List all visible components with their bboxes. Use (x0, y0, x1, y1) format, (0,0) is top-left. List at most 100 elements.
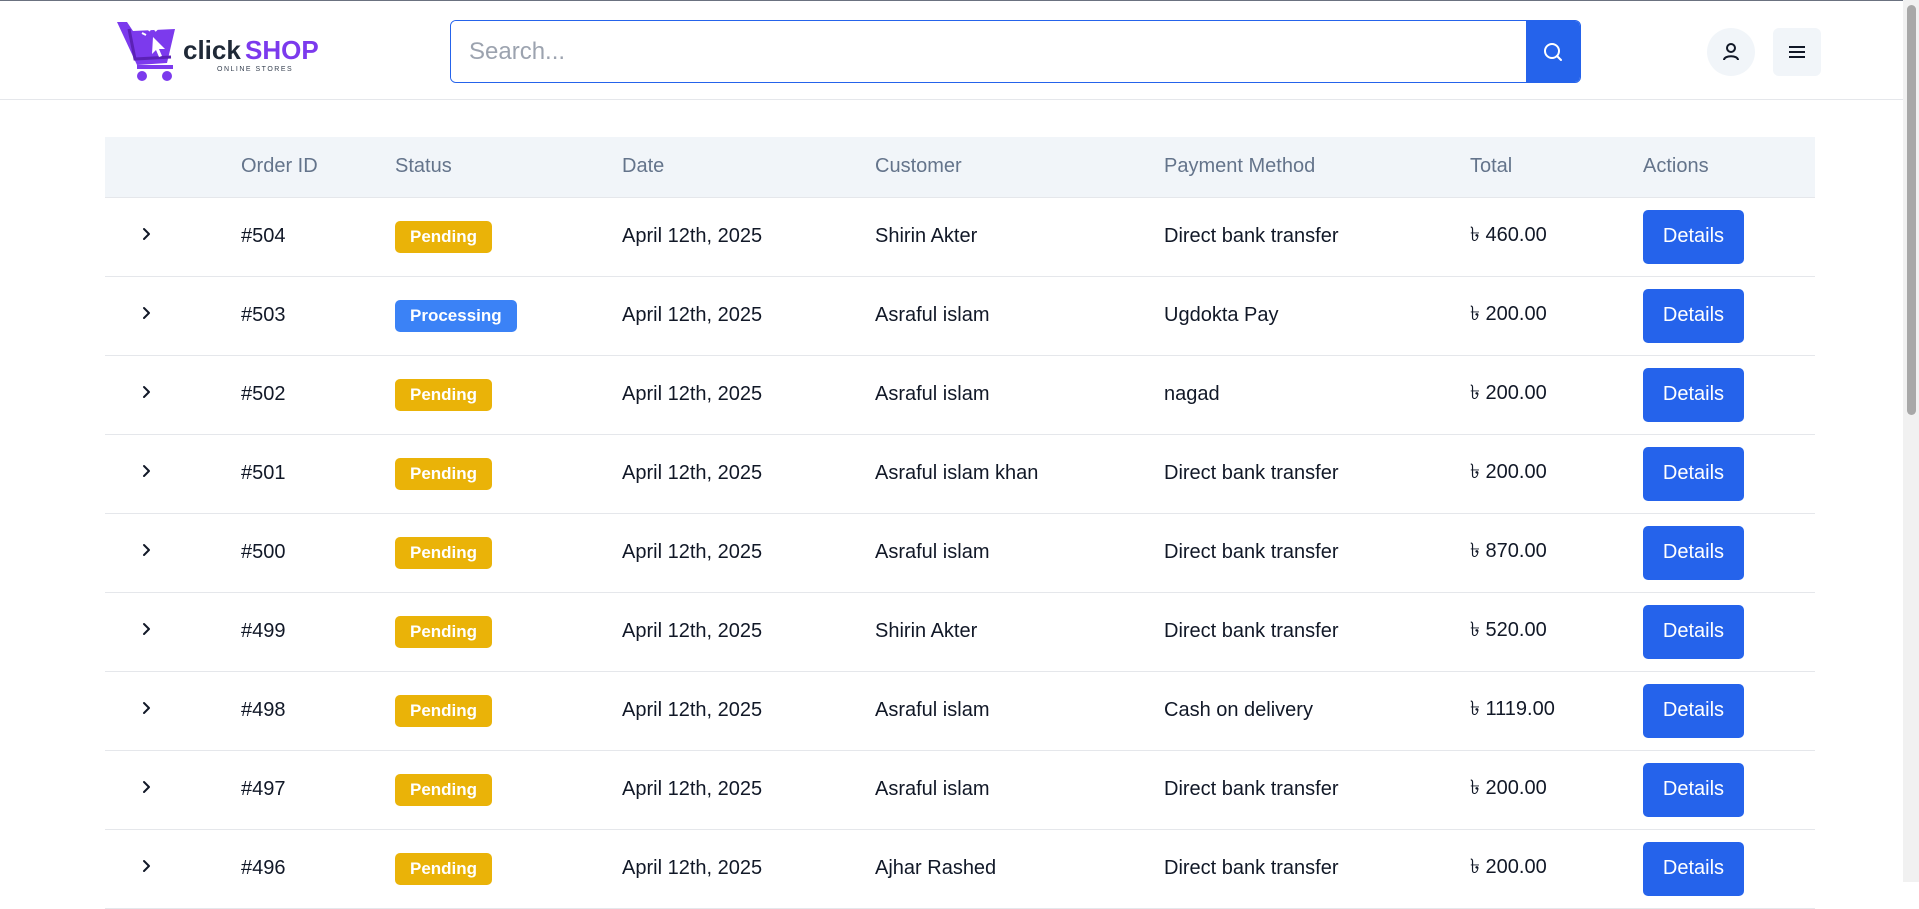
status-cell: Pending (395, 829, 622, 908)
details-button[interactable]: Details (1643, 841, 1744, 896)
status-badge: Pending (395, 694, 493, 727)
customer-name: Asraful islam (875, 304, 990, 326)
table-row: #498 Pending April 12th, 2025 Asraful islam… (105, 671, 1815, 750)
actions-cell: Details (1643, 197, 1815, 276)
order-date: April 12th, 2025 (622, 462, 763, 484)
hamburger-icon (1789, 46, 1805, 58)
status-cell: Pending (395, 355, 622, 434)
expand-cell (105, 671, 241, 750)
order-id: #501 (241, 462, 286, 484)
status-badge: Processing (395, 299, 517, 332)
status-badge: Pending (395, 536, 493, 569)
search-bar (450, 20, 1581, 83)
actions-cell: Details (1643, 276, 1815, 355)
chevron-right-icon[interactable] (138, 779, 154, 795)
order-id: #499 (241, 620, 286, 642)
order-date: April 12th, 2025 (622, 383, 763, 405)
details-button[interactable]: Details (1643, 683, 1744, 738)
payment-method: Direct bank transfer (1164, 857, 1339, 879)
actions-cell: Details (1643, 434, 1815, 513)
expand-cell (105, 434, 241, 513)
details-button[interactable]: Details (1643, 288, 1744, 343)
chevron-right-icon[interactable] (138, 700, 154, 716)
expand-cell (105, 829, 241, 908)
details-button[interactable]: Details (1643, 367, 1744, 422)
status-badge: Pending (395, 220, 493, 253)
customer-name: Ajhar Rashed (875, 857, 997, 879)
order-date: April 12th, 2025 (622, 699, 763, 721)
search-button[interactable] (1526, 21, 1580, 82)
table-row: #504 Pending April 12th, 2025 Shirin Akter D… (105, 197, 1815, 276)
chevron-right-icon[interactable] (138, 384, 154, 400)
menu-button[interactable] (1773, 28, 1821, 76)
actions-cell: Details (1643, 355, 1815, 434)
expand-cell (105, 592, 241, 671)
order-id: #497 (241, 778, 286, 800)
order-id: #503 (241, 304, 286, 326)
page-scrollbar[interactable] (1903, 0, 1919, 882)
details-button[interactable]: Details (1643, 604, 1744, 659)
expand-cell (105, 197, 241, 276)
table-row: #503 Processing April 12th, 2025 Asraful is… (105, 276, 1815, 355)
actions-cell: Details (1643, 750, 1815, 829)
actions-cell: Details (1643, 592, 1815, 671)
brand-name-part1: click (183, 35, 241, 65)
table-body: #504 Pending April 12th, 2025 Shirin Akter D… (105, 197, 1815, 908)
header-total: Total (1470, 137, 1643, 198)
chevron-right-icon[interactable] (138, 542, 154, 558)
payment-method: nagad (1164, 383, 1220, 405)
payment-method: Direct bank transfer (1164, 462, 1339, 484)
status-cell: Pending (395, 197, 622, 276)
order-total: ৳ 1119.00 (1470, 698, 1555, 720)
status-cell: Pending (395, 671, 622, 750)
details-button[interactable]: Details (1643, 762, 1744, 817)
details-button[interactable]: Details (1643, 209, 1744, 264)
user-icon (1723, 43, 1739, 61)
status-cell: Processing (395, 276, 622, 355)
details-button[interactable]: Details (1643, 525, 1744, 580)
header-actions: Actions (1643, 137, 1815, 198)
payment-method: Direct bank transfer (1164, 620, 1339, 642)
customer-name: Asraful islam (875, 778, 990, 800)
chevron-right-icon[interactable] (138, 226, 154, 242)
status-cell: Pending (395, 750, 622, 829)
table-header: Order ID Status Date Customer Payment Me… (105, 137, 1815, 198)
scrollbar-thumb[interactable] (1907, 5, 1916, 415)
status-badge: Pending (395, 852, 493, 885)
order-total: ৳ 520.00 (1470, 619, 1547, 641)
search-input[interactable] (451, 21, 1526, 82)
user-account-button[interactable] (1707, 28, 1755, 76)
order-date: April 12th, 2025 (622, 857, 763, 879)
customer-name: Shirin Akter (875, 620, 978, 642)
clickshop-logo[interactable]: click SHOP ONLINE STORES (115, 19, 325, 87)
order-id: #504 (241, 225, 286, 247)
brand-name-part2: SHOP (245, 35, 319, 65)
orders-table-container: Order ID Status Date Customer Payment Me… (105, 137, 1815, 909)
table-row: #499 Pending April 12th, 2025 Shirin Akter D… (105, 592, 1815, 671)
status-cell: Pending (395, 434, 622, 513)
header-status: Status (395, 137, 622, 198)
customer-name: Shirin Akter (875, 225, 978, 247)
chevron-right-icon[interactable] (138, 463, 154, 479)
order-total: ৳ 200.00 (1470, 461, 1547, 483)
details-button[interactable]: Details (1643, 446, 1744, 501)
chevron-right-icon[interactable] (138, 621, 154, 637)
expand-cell (105, 750, 241, 829)
status-badge: Pending (395, 378, 493, 411)
order-id: #498 (241, 699, 286, 721)
brand-tagline: ONLINE STORES (217, 66, 293, 73)
chevron-right-icon[interactable] (138, 858, 154, 874)
order-date: April 12th, 2025 (622, 304, 763, 326)
chevron-right-icon[interactable] (138, 305, 154, 321)
orders-table: Order ID Status Date Customer Payment Me… (105, 137, 1815, 909)
status-badge: Pending (395, 773, 493, 806)
order-total: ৳ 460.00 (1470, 224, 1547, 246)
payment-method: Direct bank transfer (1164, 541, 1339, 563)
order-total: ৳ 870.00 (1470, 540, 1547, 562)
customer-name: Asraful islam (875, 541, 990, 563)
order-total: ৳ 200.00 (1470, 777, 1547, 799)
actions-cell: Details (1643, 671, 1815, 750)
search-icon (1544, 42, 1562, 61)
cart-icon (117, 22, 175, 81)
order-id: #502 (241, 383, 286, 405)
